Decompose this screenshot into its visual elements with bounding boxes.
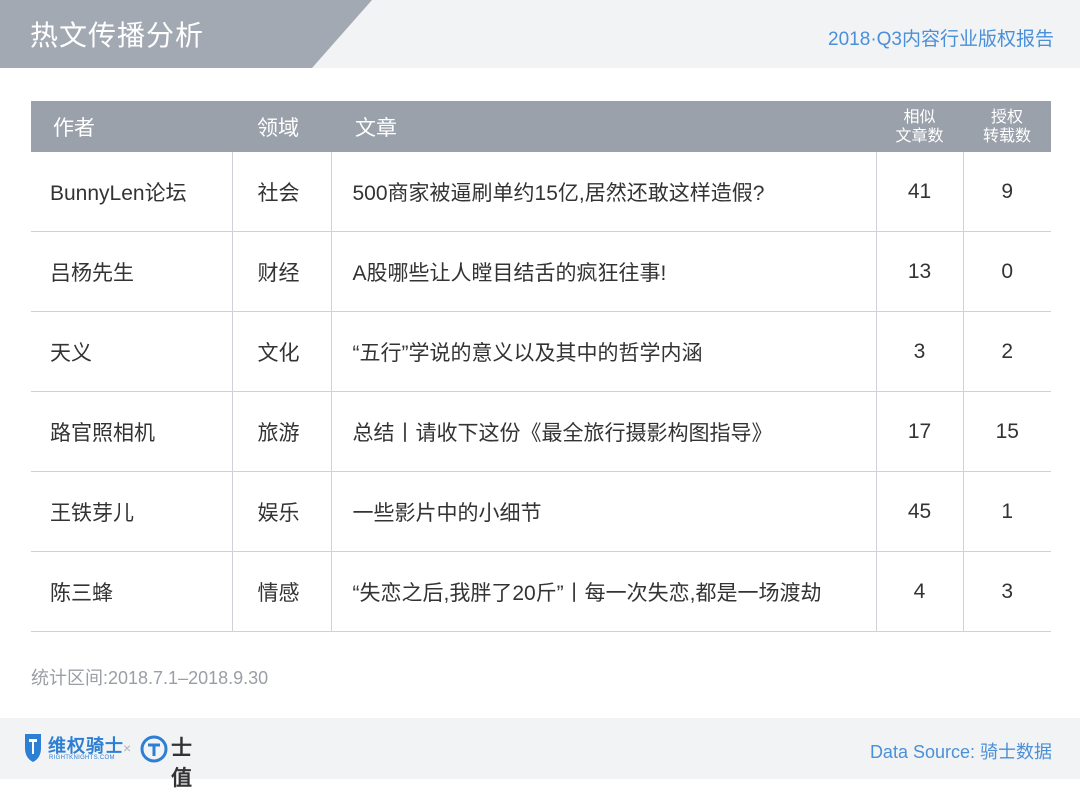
cell-licensed: 2 (962, 311, 1051, 392)
cell-licensed: 15 (962, 391, 1051, 472)
cell-field: 社会 (231, 152, 331, 232)
table-row: 王铁芽儿 娱乐 一些影片中的小细节 45 1 (31, 471, 1051, 552)
cell-similar: 3 (875, 311, 963, 392)
header-licensed-line2: 转载数 (982, 127, 1031, 145)
page-footer: 维权骑士 RIGHTKNIGHTS.COM × 士值 Data Source: … (0, 718, 1080, 790)
cell-field: 文化 (231, 311, 331, 392)
cell-author: 天义 (31, 311, 232, 392)
cell-licensed: 1 (962, 471, 1051, 552)
data-source: Data Source: 骑士数据 (869, 742, 1052, 762)
cell-licensed: 9 (962, 152, 1051, 232)
cell-similar: 17 (875, 391, 963, 472)
table-header-row: 作者 领域 文章 相似 文章数 授权 转载数 (31, 101, 1051, 152)
cell-article: 500商家被逼刷单约15亿,居然还敢这样造假? (330, 152, 876, 232)
page-header: 热文传播分析 2018·Q3内容行业版权报告 (0, 0, 1080, 68)
shield-logo-icon (25, 734, 41, 762)
table-row: 吕杨先生 财经 A股哪些让人瞠目结舌的疯狂往事! 13 0 (31, 231, 1051, 312)
cell-field: 娱乐 (231, 471, 331, 552)
times-separator: × (123, 740, 132, 756)
cell-article: “失恋之后,我胖了20斤”丨每一次失恋,都是一场渡劫 (330, 551, 876, 632)
logo-rightknights-url: RIGHTKNIGHTS.COM (49, 755, 115, 761)
cell-author: 吕杨先生 (31, 231, 232, 312)
cell-similar: 41 (875, 152, 963, 232)
cell-author: 王铁芽儿 (31, 471, 232, 552)
header-author: 作者 (31, 101, 232, 152)
cell-licensed: 0 (962, 231, 1051, 312)
report-name: 2018·Q3内容行业版权报告 (828, 29, 1054, 50)
header-licensed-reprints: 授权 转载数 (963, 101, 1051, 152)
table-row: BunnyLen论坛 社会 500商家被逼刷单约15亿,居然还敢这样造假? 41… (31, 152, 1051, 232)
cell-author: 陈三蜂 (31, 551, 232, 632)
statistics-period: 统计区间:2018.7.1–2018.9.30 (31, 668, 269, 688)
cell-author: BunnyLen论坛 (31, 152, 232, 232)
cell-licensed: 3 (962, 551, 1051, 632)
header-field: 领域 (232, 101, 331, 152)
header-similar-articles: 相似 文章数 (876, 101, 963, 152)
page-title: 热文传播分析 (30, 20, 205, 51)
cell-similar: 45 (875, 471, 963, 552)
hot-articles-table: 作者 领域 文章 相似 文章数 授权 转载数 BunnyLen论坛 社会 500… (31, 101, 1051, 632)
cell-similar: 13 (875, 231, 963, 312)
header-licensed-line1: 授权 (990, 108, 1023, 126)
header-article: 文章 (331, 101, 876, 152)
ring-logo-icon (140, 735, 168, 763)
cell-article: 一些影片中的小细节 (330, 471, 876, 552)
table-row: 路官照相机 旅游 总结丨请收下这份《最全旅行摄影构图指导》 17 15 (31, 391, 1051, 472)
cell-article: “五行”学说的意义以及其中的哲学内涵 (330, 311, 876, 392)
header-similar-line2: 文章数 (895, 127, 944, 145)
cell-author: 路官照相机 (31, 391, 232, 472)
cell-article: 总结丨请收下这份《最全旅行摄影构图指导》 (330, 391, 876, 472)
header-similar-line1: 相似 (903, 108, 936, 126)
table-row: 陈三蜂 情感 “失恋之后,我胖了20斤”丨每一次失恋,都是一场渡劫 4 3 (31, 551, 1051, 632)
table-row: 天义 文化 “五行”学说的意义以及其中的哲学内涵 3 2 (31, 311, 1051, 392)
cell-field: 财经 (231, 231, 331, 312)
cell-field: 旅游 (231, 391, 331, 472)
cell-similar: 4 (875, 551, 963, 632)
logo-shizhi-name: 士值 (171, 737, 192, 790)
cell-article: A股哪些让人瞠目结舌的疯狂往事! (330, 231, 876, 312)
cell-field: 情感 (231, 551, 331, 632)
rightknights-logo: 维权骑士 RIGHTKNIGHTS.COM × 士值 (22, 732, 212, 790)
